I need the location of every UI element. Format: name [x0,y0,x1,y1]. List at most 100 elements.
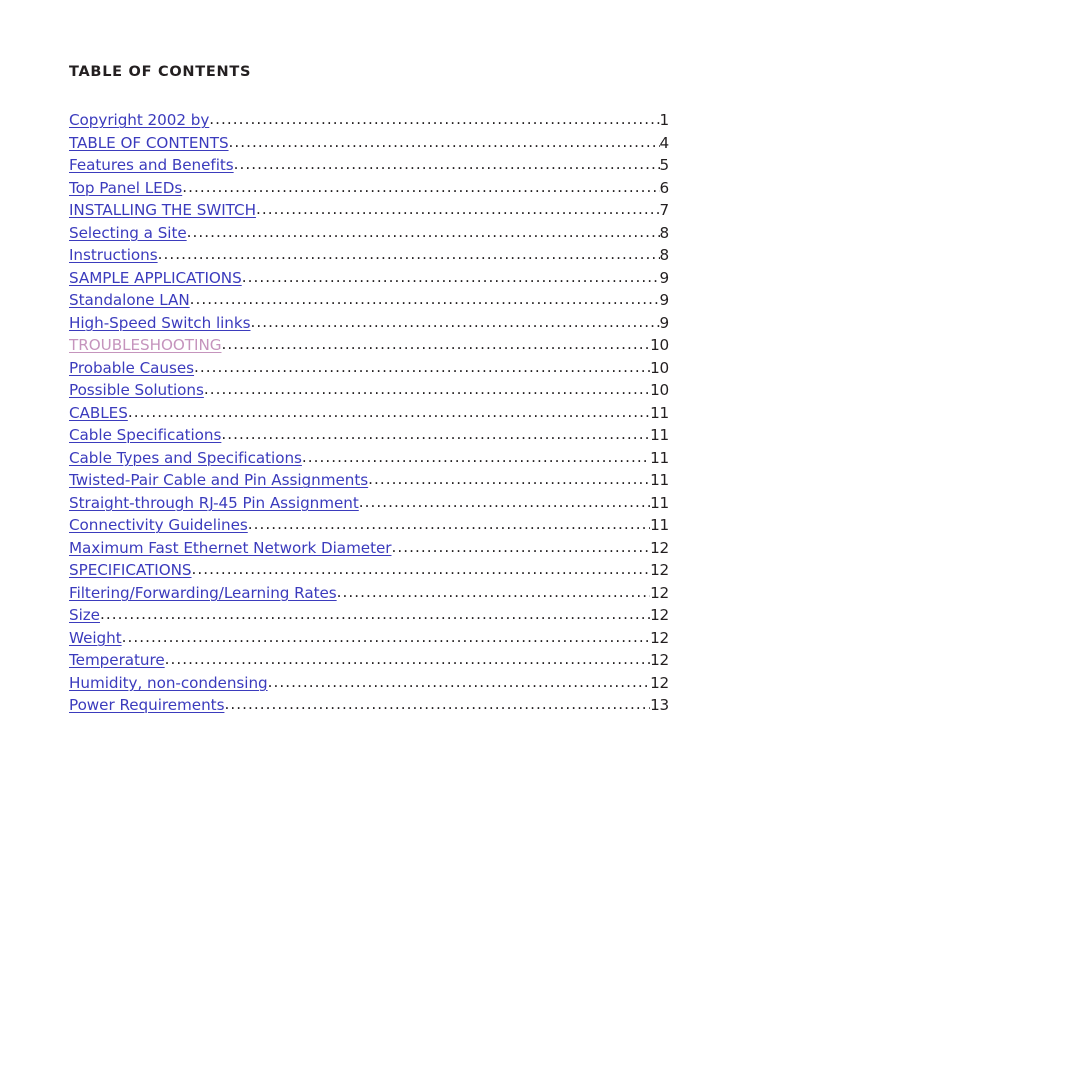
toc-entry-page-number: 6 [659,178,669,197]
toc-entry-page-number: 10 [650,358,669,377]
toc-dot-leader [359,492,650,514]
toc-entry-page-number: 9 [659,291,669,310]
toc-entry-title[interactable]: Instructions [69,244,158,267]
toc-entry[interactable]: TABLE OF CONTENTS 4 [69,132,669,155]
toc-entry-page-number: 13 [650,696,669,715]
toc-entry-page-number: 12 [650,538,669,557]
toc-entry[interactable]: INSTALLING THE SWITCH 7 [69,199,669,222]
toc-entry-list: Copyright 2002 by 1 TABLE OF CONTENTS 4 Feat… [69,109,669,717]
toc-entry[interactable]: Temperature 12 [69,649,669,672]
toc-entry[interactable]: SAMPLE APPLICATIONS 9 [69,267,669,290]
toc-entry-title[interactable]: Straight-through RJ-45 Pin Assignment [69,492,359,515]
toc-entry[interactable]: Selecting a Site 8 [69,222,669,245]
toc-entry-title[interactable]: CABLES [69,402,128,425]
toc-dot-leader [165,649,650,671]
toc-entry-title[interactable]: Maximum Fast Ethernet Network Diameter [69,537,392,560]
toc-entry[interactable]: Filtering/Forwarding/Learning Rates 12 [69,582,669,605]
toc-entry-page-number: 11 [650,493,669,512]
toc-dot-leader [100,604,650,626]
toc-entry-page-number: 8 [659,223,669,242]
toc-entry-page-number: 11 [650,403,669,422]
toc-entry[interactable]: Copyright 2002 by 1 [69,109,669,132]
toc-entry-title[interactable]: INSTALLING THE SWITCH [69,199,256,222]
toc-dot-leader [221,424,650,446]
toc-entry[interactable]: Twisted-Pair Cable and Pin Assignments 11 [69,469,669,492]
toc-dot-leader [190,289,660,311]
toc-entry[interactable]: Size 12 [69,604,669,627]
toc-entry-title[interactable]: Twisted-Pair Cable and Pin Assignments [69,469,368,492]
toc-entry-page-number: 9 [659,268,669,287]
toc-dot-leader [158,244,660,266]
toc-entry-title[interactable]: Standalone LAN [69,289,190,312]
table-of-contents: TABLE OF CONTENTS Copyright 2002 by 1 TABL… [69,64,669,717]
toc-dot-leader [209,109,659,131]
toc-entry-title[interactable]: Selecting a Site [69,222,187,245]
toc-entry-page-number: 9 [659,313,669,332]
toc-entry[interactable]: Humidity, non-condensing 12 [69,672,669,695]
toc-entry-page-number: 11 [650,426,669,445]
toc-dot-leader [204,379,650,401]
toc-entry-title[interactable]: Filtering/Forwarding/Learning Rates [69,582,337,605]
toc-entry[interactable]: Cable Specifications 11 [69,424,669,447]
toc-entry-title[interactable]: Size [69,604,100,627]
toc-entry-page-number: 12 [650,673,669,692]
toc-entry-page-number: 7 [659,201,669,220]
toc-dot-leader [234,154,660,176]
toc-entry[interactable]: Instructions 8 [69,244,669,267]
toc-entry[interactable]: Probable Causes 10 [69,357,669,380]
toc-entry-title[interactable]: Cable Types and Specifications [69,447,302,470]
toc-entry[interactable]: Cable Types and Specifications 11 [69,447,669,470]
toc-entry-title[interactable]: SPECIFICATIONS [69,559,192,582]
toc-entry-title[interactable]: SAMPLE APPLICATIONS [69,267,242,290]
toc-entry[interactable]: Possible Solutions 10 [69,379,669,402]
toc-entry-title[interactable]: Possible Solutions [69,379,204,402]
toc-entry[interactable]: TROUBLESHOOTING 10 [69,334,669,357]
toc-entry-title[interactable]: Top Panel LEDs [69,177,182,200]
toc-entry-title[interactable]: Features and Benefits [69,154,234,177]
toc-entry[interactable]: Straight-through RJ-45 Pin Assignment 11 [69,492,669,515]
toc-entry-title[interactable]: Cable Specifications [69,424,221,447]
toc-entry-page-number: 12 [650,628,669,647]
toc-entry-title[interactable]: TABLE OF CONTENTS [69,132,229,155]
toc-entry-title[interactable]: Weight [69,627,122,650]
toc-dot-leader [128,402,650,424]
toc-entry[interactable]: Weight 12 [69,627,669,650]
toc-entry-title[interactable]: Temperature [69,649,165,672]
toc-dot-leader [192,559,651,581]
toc-dot-leader [187,222,660,244]
toc-entry-page-number: 4 [659,133,669,152]
toc-entry-page-number: 12 [650,561,669,580]
toc-entry-page-number: 5 [659,156,669,175]
toc-dot-leader [242,267,660,289]
toc-entry-title[interactable]: Probable Causes [69,357,194,380]
toc-dot-leader [251,312,660,334]
toc-dot-leader [268,672,650,694]
toc-entry-page-number: 12 [650,606,669,625]
toc-entry[interactable]: High-Speed Switch links 9 [69,312,669,335]
toc-entry[interactable]: Power Requirements 13 [69,694,669,717]
toc-dot-leader [256,199,660,221]
toc-entry[interactable]: Top Panel LEDs 6 [69,177,669,200]
toc-entry[interactable]: CABLES 11 [69,402,669,425]
toc-entry-title[interactable]: Connectivity Guidelines [69,514,248,537]
toc-dot-leader [302,447,650,469]
toc-dot-leader [229,132,660,154]
toc-entry[interactable]: Standalone LAN 9 [69,289,669,312]
toc-entry-page-number: 1 [659,111,669,130]
toc-entry[interactable]: Features and Benefits 5 [69,154,669,177]
toc-entry-title[interactable]: TROUBLESHOOTING [69,334,222,357]
toc-entry[interactable]: Connectivity Guidelines 11 [69,514,669,537]
toc-dot-leader [194,357,650,379]
toc-entry-page-number: 11 [650,516,669,535]
toc-entry-page-number: 8 [659,246,669,265]
toc-dot-leader [224,694,650,716]
toc-dot-leader [368,469,650,491]
toc-entry-title[interactable]: Copyright 2002 by [69,109,209,132]
toc-entry-title[interactable]: Power Requirements [69,694,224,717]
toc-entry-title[interactable]: Humidity, non-condensing [69,672,268,695]
toc-entry-title[interactable]: High-Speed Switch links [69,312,251,335]
toc-entry[interactable]: Maximum Fast Ethernet Network Diameter 12 [69,537,669,560]
toc-entry[interactable]: SPECIFICATIONS 12 [69,559,669,582]
document-page: TABLE OF CONTENTS Copyright 2002 by 1 TABL… [0,0,1080,1080]
toc-entry-page-number: 12 [650,583,669,602]
